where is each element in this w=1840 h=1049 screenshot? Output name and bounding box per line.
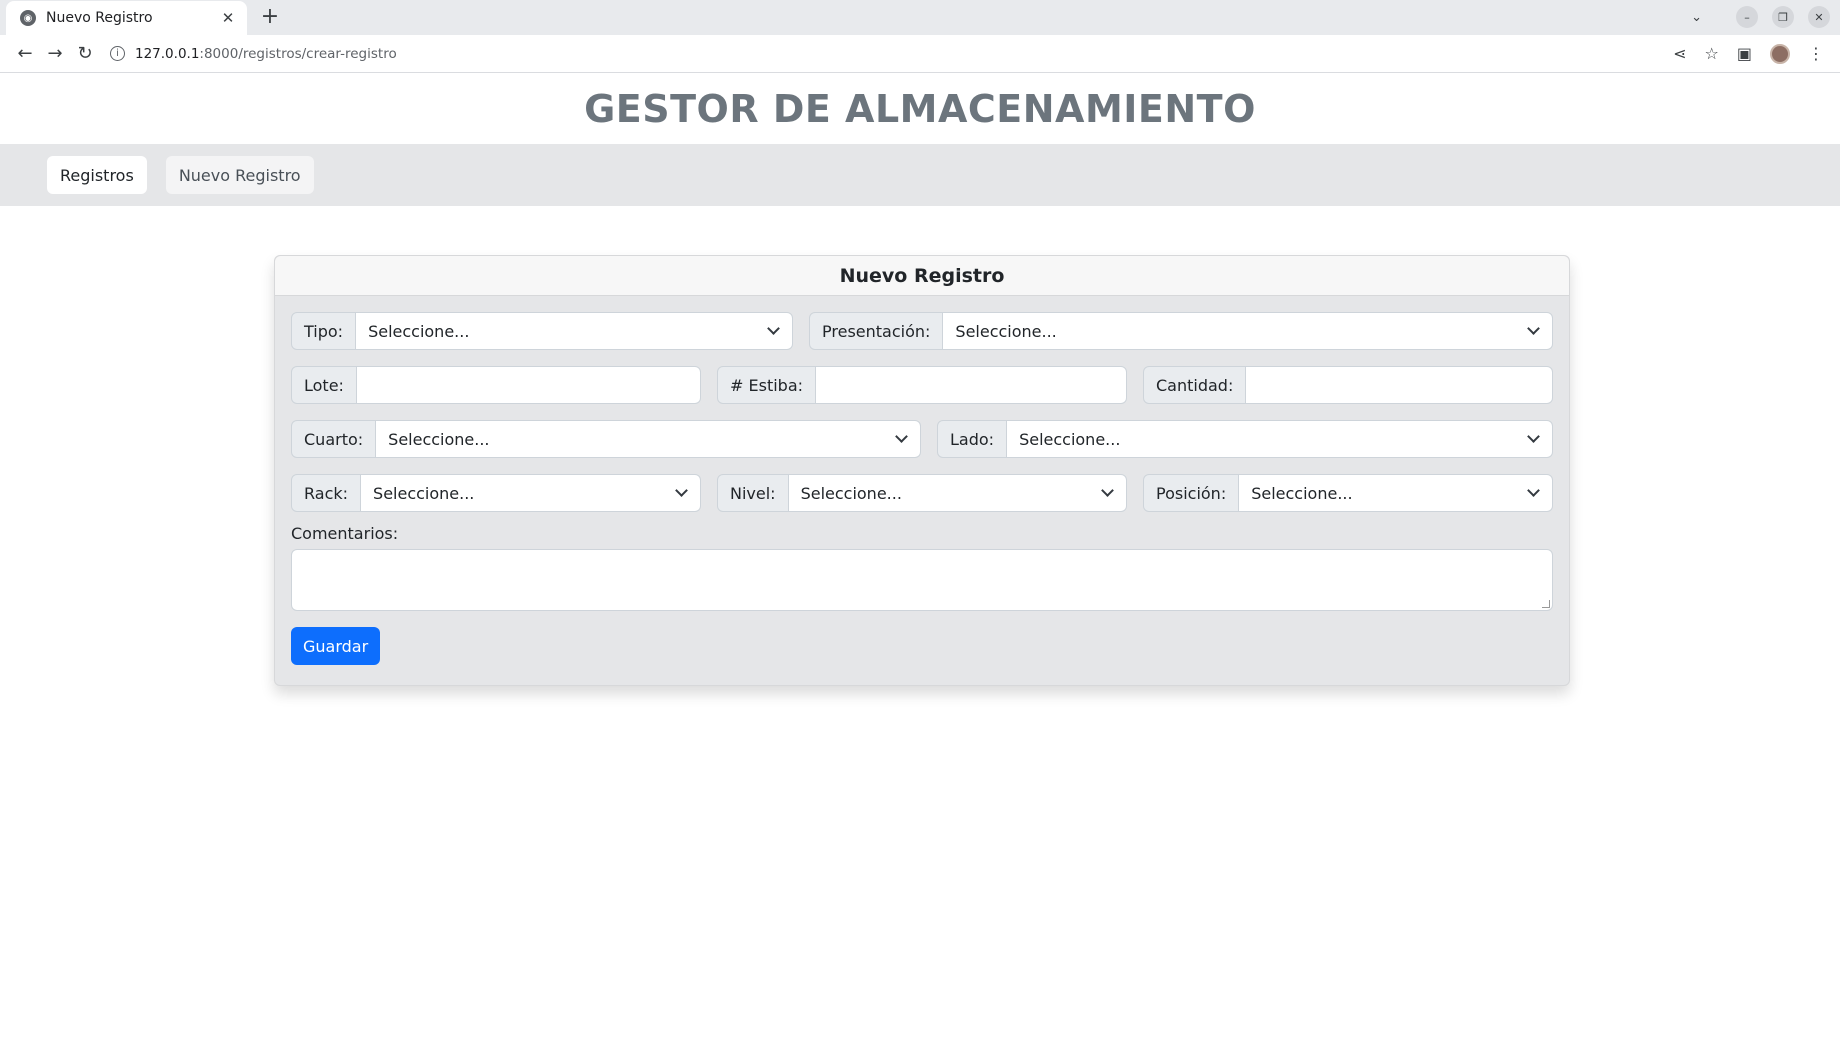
share-icon[interactable]: ⋖ bbox=[1673, 44, 1686, 63]
cantidad-input[interactable] bbox=[1246, 366, 1553, 404]
toolbar-actions: ⋖ ☆ ▣ ⋮ bbox=[1673, 43, 1824, 64]
presentacion-label: Presentación: bbox=[809, 312, 944, 350]
minimize-icon[interactable]: – bbox=[1736, 6, 1758, 28]
form-row-1: Tipo: Seleccione... Presentación: Selecc… bbox=[291, 312, 1553, 350]
side-panel-icon[interactable]: ▣ bbox=[1737, 44, 1752, 63]
form-row-2: Lote: # Estiba: Cantidad: bbox=[291, 366, 1553, 404]
presentacion-select[interactable]: Seleccione... bbox=[943, 312, 1553, 350]
nivel-selected-value: Seleccione... bbox=[800, 483, 902, 503]
tab-title: Nuevo Registro bbox=[46, 10, 153, 26]
page-title: GESTOR DE ALMACENAMIENTO bbox=[584, 86, 1256, 131]
lado-label: Lado: bbox=[937, 420, 1008, 458]
browser-tabstrip: ◉ Nuevo Registro ✕ + ⌄ – ❐ ✕ bbox=[0, 0, 1840, 35]
forward-icon[interactable]: → bbox=[40, 43, 70, 64]
globe-icon: ◉ bbox=[20, 10, 36, 26]
nav-item-nuevo-registro[interactable]: Nuevo Registro bbox=[165, 156, 314, 194]
lote-group: Lote: bbox=[291, 366, 701, 404]
posicion-select[interactable]: Seleccione... bbox=[1239, 474, 1553, 512]
cuarto-group: Cuarto: Seleccione... bbox=[291, 420, 921, 458]
estiba-group: # Estiba: bbox=[717, 366, 1127, 404]
nivel-group: Nivel: Seleccione... bbox=[717, 474, 1127, 512]
presentacion-selected-value: Seleccione... bbox=[955, 321, 1057, 341]
form-row-4: Rack: Seleccione... Nivel: Seleccione...… bbox=[291, 474, 1553, 512]
chevron-down-icon bbox=[1527, 322, 1540, 335]
nivel-select[interactable]: Seleccione... bbox=[788, 474, 1127, 512]
lado-group: Lado: Seleccione... bbox=[937, 420, 1553, 458]
chevron-down-icon bbox=[767, 322, 780, 335]
profile-avatar[interactable] bbox=[1770, 43, 1790, 64]
posicion-selected-value: Seleccione... bbox=[1251, 483, 1353, 503]
rack-group: Rack: Seleccione... bbox=[291, 474, 701, 512]
chevron-down-icon bbox=[1527, 430, 1540, 443]
save-button[interactable]: Guardar bbox=[291, 627, 381, 665]
browser-tab[interactable]: ◉ Nuevo Registro ✕ bbox=[6, 1, 247, 35]
rack-select[interactable]: Seleccione... bbox=[361, 474, 701, 512]
chevron-down-icon bbox=[1527, 484, 1540, 497]
form-row-3: Cuarto: Seleccione... Lado: Seleccione..… bbox=[291, 420, 1553, 458]
restore-icon[interactable]: ❐ bbox=[1772, 6, 1794, 28]
site-info-icon[interactable]: i bbox=[110, 46, 125, 61]
new-record-form: Tipo: Seleccione... Presentación: Selecc… bbox=[275, 296, 1569, 681]
posicion-label: Posición: bbox=[1143, 474, 1240, 512]
cuarto-select[interactable]: Seleccione... bbox=[376, 420, 921, 458]
reload-icon[interactable]: ↻ bbox=[70, 43, 100, 64]
cuarto-label: Cuarto: bbox=[291, 420, 377, 458]
close-tab-icon[interactable]: ✕ bbox=[219, 9, 237, 27]
cuarto-selected-value: Seleccione... bbox=[388, 429, 490, 449]
lote-label: Lote: bbox=[291, 366, 357, 404]
card-title: Nuevo Registro bbox=[275, 256, 1569, 296]
bookmark-star-icon[interactable]: ☆ bbox=[1705, 44, 1719, 63]
url-text: 127.0.0.1:8000/registros/crear-registro bbox=[135, 45, 397, 62]
comentarios-label: Comentarios: bbox=[291, 524, 399, 543]
estiba-label: # Estiba: bbox=[717, 366, 817, 404]
window-controls: ⌄ – ❐ ✕ bbox=[1691, 6, 1830, 28]
lote-input[interactable] bbox=[356, 366, 701, 404]
lado-select[interactable]: Seleccione... bbox=[1007, 420, 1553, 458]
tipo-label: Tipo: bbox=[291, 312, 357, 350]
new-tab-icon[interactable]: + bbox=[258, 5, 282, 29]
rack-label: Rack: bbox=[291, 474, 362, 512]
browser-toolbar: ← → ↻ i 127.0.0.1:8000/registros/crear-r… bbox=[0, 35, 1840, 73]
tipo-group: Tipo: Seleccione... bbox=[291, 312, 793, 350]
cantidad-group: Cantidad: bbox=[1143, 366, 1553, 404]
back-icon[interactable]: ← bbox=[10, 43, 40, 64]
rack-selected-value: Seleccione... bbox=[373, 483, 475, 503]
chevron-down-icon bbox=[895, 430, 908, 443]
new-record-card: Nuevo Registro Tipo: Seleccione... Prese… bbox=[274, 255, 1570, 686]
lado-selected-value: Seleccione... bbox=[1019, 429, 1121, 449]
close-window-icon[interactable]: ✕ bbox=[1808, 6, 1830, 28]
tipo-selected-value: Seleccione... bbox=[368, 321, 470, 341]
main-navbar: Registros Nuevo Registro bbox=[0, 144, 1840, 206]
site-header: GESTOR DE ALMACENAMIENTO bbox=[0, 73, 1840, 144]
comentarios-textarea[interactable] bbox=[291, 549, 1553, 611]
chevron-down-icon bbox=[1101, 484, 1114, 497]
nivel-label: Nivel: bbox=[717, 474, 789, 512]
tipo-select[interactable]: Seleccione... bbox=[356, 312, 793, 350]
tab-search-chevron-icon[interactable]: ⌄ bbox=[1691, 10, 1702, 25]
presentacion-group: Presentación: Seleccione... bbox=[809, 312, 1553, 350]
estiba-input[interactable] bbox=[816, 366, 1127, 404]
resize-grip-icon[interactable] bbox=[1542, 600, 1550, 608]
posicion-group: Posición: Seleccione... bbox=[1143, 474, 1553, 512]
cantidad-label: Cantidad: bbox=[1143, 366, 1247, 404]
nav-item-registros[interactable]: Registros bbox=[47, 156, 147, 194]
menu-kebab-icon[interactable]: ⋮ bbox=[1808, 44, 1824, 63]
chevron-down-icon bbox=[675, 484, 688, 497]
address-bar[interactable]: i 127.0.0.1:8000/registros/crear-registr… bbox=[110, 39, 1673, 69]
